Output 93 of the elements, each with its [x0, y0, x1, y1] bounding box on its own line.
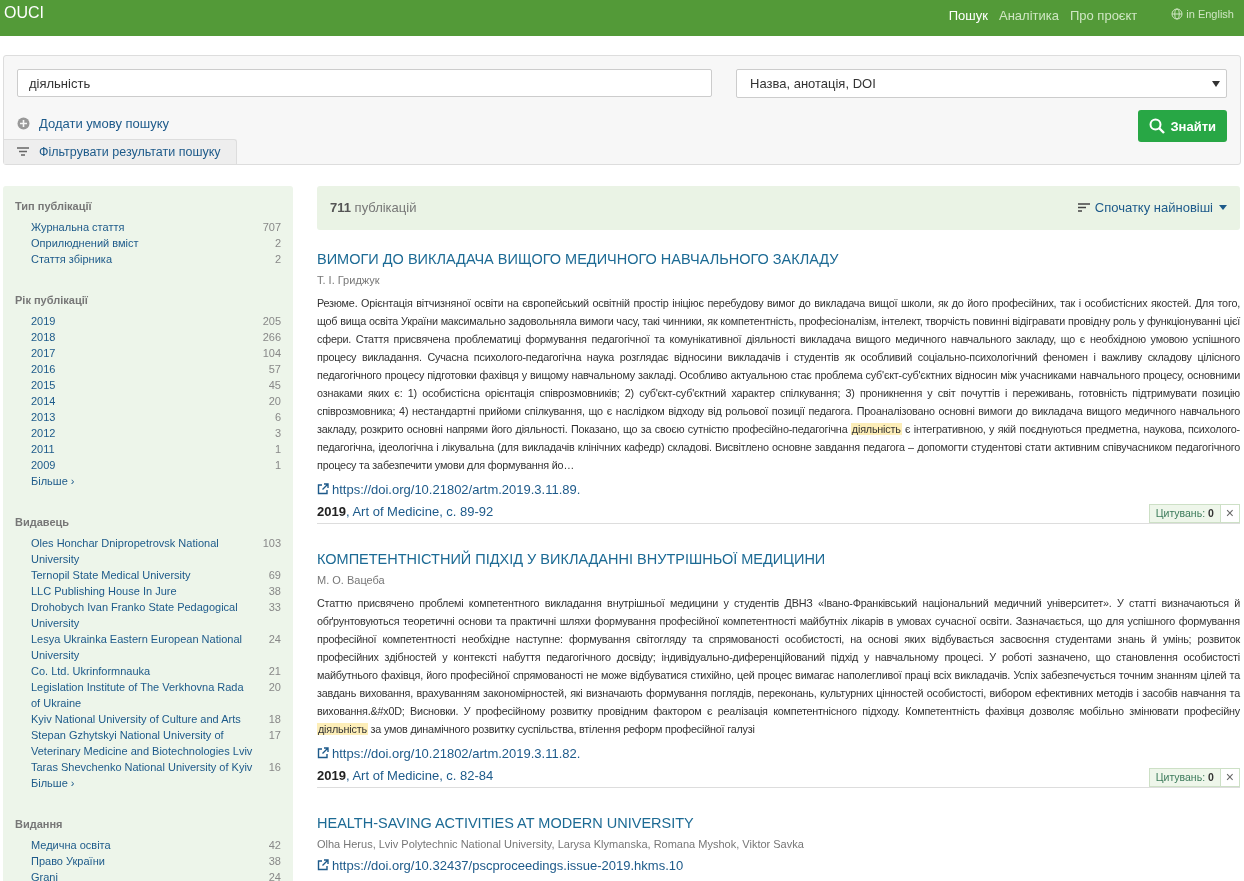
facet-count: 57	[268, 361, 281, 377]
facet-link[interactable]: 2018	[31, 328, 263, 345]
facet-count: 205	[262, 313, 281, 329]
facet-count: 266	[262, 329, 281, 345]
facet-link[interactable]: 2017	[31, 344, 263, 361]
facet-count: 707	[262, 219, 281, 235]
publication-info: 2019, Art of Medicine, с. 89-92	[317, 503, 494, 521]
sort-icon	[1077, 203, 1090, 212]
filter-icon	[17, 147, 29, 156]
facet-count: 21	[268, 663, 281, 679]
facet-link[interactable]: Taras Shevchenko National University of Kyiv	[31, 758, 269, 775]
article-authors: Olha Herus, Lviv Polytechnic National University, Larysa Klymanska, Romana Myshok, Viktor Savka	[317, 837, 805, 850]
facet-heading: Тип публікації	[15, 199, 93, 212]
external-link-icon	[317, 859, 329, 871]
facet-link[interactable]: Медична освіта	[31, 836, 269, 853]
facet-link[interactable]: 2011	[31, 440, 275, 457]
facet-count: 33	[268, 599, 281, 615]
facet-link[interactable]: 2014	[31, 392, 269, 409]
facet-link[interactable]: Legislation Institute of The Verkhovna Rada of Ukraine	[31, 678, 269, 711]
facet-count: 17	[268, 727, 281, 743]
article-title-link[interactable]: КОМПЕТЕНТНІСТНИЙ ПІДХІД У ВИКЛАДАННІ ВНУТРІШНЬОЇ МЕДИЦИНИ	[317, 550, 826, 567]
globe-icon	[1171, 8, 1184, 20]
facet-link[interactable]: 2009	[31, 456, 275, 473]
article-authors: М. О. Вацеба	[317, 573, 386, 586]
facet-count: 104	[262, 345, 281, 361]
external-link-icon	[317, 747, 329, 759]
facet-link[interactable]: 2012	[31, 424, 275, 441]
facet-count: 24	[268, 631, 281, 647]
facet-heading: Рік публікації	[15, 293, 89, 306]
sort-dropdown[interactable]: Спочатку найновіші	[1077, 200, 1228, 215]
facet-count: 24	[268, 869, 281, 881]
add-condition-link[interactable]: Додати умову пошуку	[39, 116, 170, 131]
facet-count: 6	[274, 409, 281, 425]
caret-icon	[1218, 204, 1228, 211]
plus-circle-icon	[17, 117, 30, 130]
facet-link[interactable]: Право України	[31, 852, 269, 869]
facet-link[interactable]: Co. Ltd. Ukrinformnauka	[31, 662, 269, 679]
facet-link[interactable]: 2019	[31, 312, 263, 329]
article-title-link[interactable]: ВИМОГИ ДО ВИКЛАДАЧА ВИЩОГО МЕДИЧНОГО НАВЧАЛЬНОГО ЗАКЛАДУ	[317, 250, 839, 267]
result-count: 711 публікацій	[330, 200, 417, 215]
facet-link[interactable]: 2016	[31, 360, 269, 377]
article-authors: Т. І. Гриджук	[317, 273, 381, 286]
site-logo[interactable]: OUCI	[4, 4, 938, 32]
facet-count: 42	[268, 837, 281, 853]
search-field[interactable]: діяльність	[17, 69, 712, 97]
facet-count: 16	[268, 759, 281, 775]
facet-link[interactable]: Drohobych Ivan Franko State Pedagogical University	[31, 598, 269, 631]
facet-link[interactable]: Оприлюднений вміст	[31, 234, 275, 251]
external-link-icon	[317, 483, 329, 495]
facet-count: 18	[268, 711, 281, 727]
facet-heading: Видання	[15, 817, 64, 830]
close-button[interactable]: ×	[1220, 767, 1240, 787]
facet-link[interactable]: Stepan Gzhytskyi National University of Veterinary Medicine and Biotechnologies Lviv	[31, 726, 269, 759]
facet-count: 3	[274, 425, 281, 441]
facet-link[interactable]: Kyiv National University of Culture and Arts	[31, 710, 269, 727]
facet-count: 38	[268, 853, 281, 869]
more-link[interactable]: Більше ›	[31, 774, 75, 791]
article-abstract: Статтю присвячено проблемі компетентного викладання внутрішньої медицини у студентів ДВНЗ «Івано-Франківський національний медичний університет». У статті визначаються й обґрунтовуються теоретичні основи та практичні шляхи формування професійної компетентності майбутніх лікарів в умовах сучасної освіти. Зазначається, що для успішного формування професійної компетентності необхідне наступне: формування світогляду та спрямованості особистості, на основі яких відбувається засвоєння студентами знань й умінь; розвиток професійних здібностей у контексті набуття педагогічного досвіду; індивідуально-диференційований підхід у навчальному процесі. У роботі зазначено, що становлення особистості майбутнього фахівця, його професійної спрямованості не може відбуватися стихійно, цей процес вимагає наполегливої праці всіх викладачів. Успіх забезпечується точним знанням цілей та завдань виховання, врахуванням закономірностей, які визначають формування поглядів, переконань, культурних цінностей особистості, вибором ефективних методів і засобів навчання та виховання.&#x0D; Висновки. У професійному розвитку провідним фактором є реалізація компетентнісного підходу. Компетентність фахівця дозволяє мобільно змінювати професійну діяльність за умов динамічного розвитку суспільства, втілення реформ професійної галузі	[317, 595, 1240, 737]
publication-info: 2019, Art of Medicine, с. 82-84	[317, 767, 494, 785]
doi-link[interactable]: https://doi.org/10.21802/artm.2019.3.11.82.	[332, 745, 581, 761]
search-icon	[1149, 118, 1166, 134]
facet-link[interactable]: Grani	[31, 868, 269, 881]
search-field-dropdown[interactable]: Назва, анотація, DOI	[736, 69, 1227, 98]
citations-badge: Цитувань: 0	[1148, 767, 1221, 787]
facet-link[interactable]: LLC Publishing House In Jure	[31, 582, 269, 599]
facet-count: 103	[262, 535, 281, 551]
facet-count: 2	[274, 251, 281, 267]
facet-count: 20	[268, 679, 281, 695]
more-link[interactable]: Більше ›	[31, 472, 75, 489]
filter-tab[interactable]: Фільтрувати результати пошуку	[4, 138, 237, 164]
facet-count: 1	[274, 441, 281, 457]
facet-link[interactable]: Ternopil State Medical University	[31, 566, 269, 583]
close-button[interactable]: ×	[1220, 503, 1240, 523]
dropdown-caret-icon	[1212, 80, 1220, 87]
facet-heading: Видавець	[15, 515, 71, 528]
facet-link[interactable]: 2013	[31, 408, 275, 425]
facet-count: 20	[268, 393, 281, 409]
facet-link[interactable]: Lesya Ukrainka Eastern European National University	[31, 630, 269, 663]
facet-count: 45	[268, 377, 281, 393]
doi-link[interactable]: https://doi.org/10.32437/pscproceedings.issue-2019.hkms.10	[332, 857, 684, 873]
citations-badge: Цитувань: 0	[1148, 503, 1221, 523]
facet-count: 69	[268, 567, 281, 583]
facet-link[interactable]: 2015	[31, 376, 269, 393]
article-abstract: Резюме. Орієнтація вітчизняної освіти на європейський освітній простір ініціює перебудову вимог до викладача вищої школи, як до його професійних, так і особистісних якостей. Для того, щоб вища освіта України максимально задовольняла вимоги часу, такі чинники, як компетентність, професіоналізм, інтелект, творчість повинні відігравати провідну роль у функціонуванні цієї сфери. Стаття присвячена проблематиці формування педагогічної та комунікативної діяльності викладача вищого медичного навчального закладу, що є необхідною умовою успішного процесу викладання. Сучасна психолого-педагогічна наука розглядає відносини викладачів і студентів як особливий соціально-психологічний феномен і важливу складову цілісного педагогічного процесу підготовки фахівця у вищому навчальному закладі. Особливо актуальною стає проблема суб'єкт-суб'єктних відносин між учасниками навчального процесу, основними ознаками яких є: 1) особистісна орієнтація співрозмовників; 2) суб'єкт-суб'єктний характер спілкування; 3) проникнення у світ почуттів і переживань, готовність підтримувати позицію співрозмовника; 4) нестандартні прийоми спілкування, що є наслідком відходу від рольової позиції педагога. Проаналізовано основні вимоги до викладача вищого медичного навчального закладу, розкрито основні напрями його діяльності. Показано, що за своєю сутністю професійно-педагогічна діяльність є інтегративною, у якій поєднуються предметна, наукова, психолого-педагогічна, ідеологічна і лікувальна (для викладачів клінічних кафедр) складові. Висвітлено основне завдання педагога – допомогти студентові стати активним співучасником педагогічного процесу та забезпечити умови для формування йо…	[317, 295, 1240, 473]
facet-link[interactable]: Oles Honchar Dnipropetrovsk National University	[31, 534, 263, 567]
facet-link[interactable]: Журнальна стаття	[31, 218, 263, 235]
facet-count: 1	[274, 457, 281, 473]
facet-link[interactable]: Стаття збірника	[31, 250, 275, 267]
facet-count: 2	[274, 235, 281, 251]
facet-count: 38	[268, 583, 281, 599]
nav-link[interactable]: Пошук	[948, 7, 988, 29]
doi-link[interactable]: https://doi.org/10.21802/artm.2019.3.11.89.	[332, 481, 581, 497]
article-title-link[interactable]: HEALTH-SAVING ACTIVITIES AT MODERN UNIVERSITY	[317, 814, 694, 831]
